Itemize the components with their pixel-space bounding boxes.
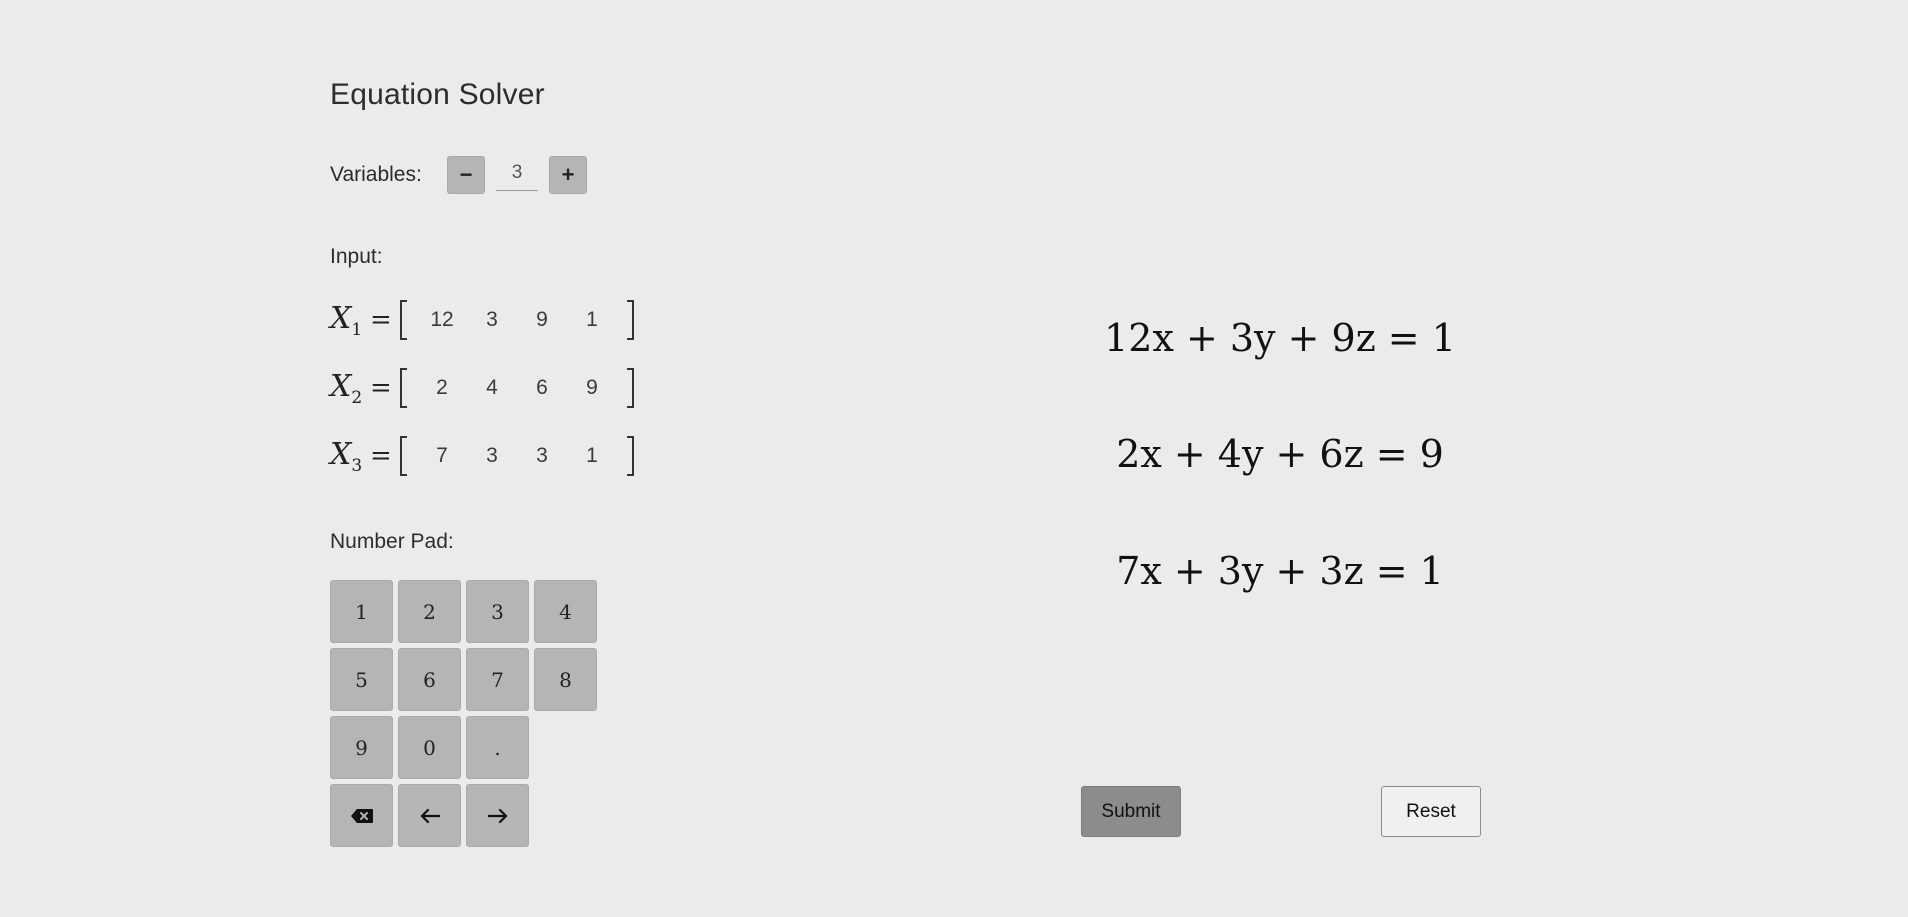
variables-control: Variables: − 3 + <box>330 156 587 194</box>
cursor-left-button[interactable] <box>398 784 461 847</box>
matrix-cell[interactable]: 7 <box>417 444 467 468</box>
number-pad: 1 2 3 4 5 6 7 8 9 0 . <box>330 580 597 847</box>
input-label: Input: <box>330 245 383 268</box>
matrix-cell[interactable]: 2 <box>417 376 467 400</box>
increment-variables-button[interactable]: + <box>549 156 587 194</box>
backspace-icon <box>350 808 373 823</box>
key-0[interactable]: 0 <box>398 716 461 779</box>
key-1[interactable]: 1 <box>330 580 393 643</box>
equals-sign: = <box>370 441 392 471</box>
equation-3: 7x + 3y + 3z = 1 <box>1116 549 1444 593</box>
matrix-row-3: X3 = 7 3 3 1 <box>330 434 634 478</box>
key-2[interactable]: 2 <box>398 580 461 643</box>
equals-sign: = <box>370 373 392 403</box>
row-label-x1: X1 <box>330 300 363 340</box>
equation-2: 2x + 4y + 6z = 9 <box>1116 432 1444 476</box>
key-8[interactable]: 8 <box>534 648 597 711</box>
equation-1: 12x + 3y + 9z = 1 <box>1104 316 1456 360</box>
matrix-cell[interactable]: 9 <box>517 308 567 332</box>
matrix-cell[interactable]: 1 <box>567 444 617 468</box>
row-label-x3: X3 <box>330 436 363 476</box>
matrix-cell[interactable]: 9 <box>567 376 617 400</box>
key-5[interactable]: 5 <box>330 648 393 711</box>
right-bracket <box>627 300 634 340</box>
key-decimal[interactable]: . <box>466 716 529 779</box>
backspace-button[interactable] <box>330 784 393 847</box>
matrix-cell[interactable]: 12 <box>417 308 467 332</box>
key-3[interactable]: 3 <box>466 580 529 643</box>
variables-count-input[interactable]: 3 <box>496 162 538 191</box>
matrix-cell[interactable]: 3 <box>467 444 517 468</box>
reset-button[interactable]: Reset <box>1381 786 1481 837</box>
left-bracket <box>400 368 407 408</box>
row-label-x2: X2 <box>330 368 363 408</box>
arrow-right-icon <box>487 808 507 823</box>
matrix-cell[interactable]: 1 <box>567 308 617 332</box>
matrix-cell[interactable]: 3 <box>467 308 517 332</box>
right-bracket <box>627 436 634 476</box>
matrix-cell[interactable]: 3 <box>517 444 567 468</box>
right-bracket <box>627 368 634 408</box>
arrow-left-icon <box>420 808 440 823</box>
matrix-cell[interactable]: 6 <box>517 376 567 400</box>
key-4[interactable]: 4 <box>534 580 597 643</box>
number-pad-label: Number Pad: <box>330 530 454 553</box>
key-7[interactable]: 7 <box>466 648 529 711</box>
submit-button[interactable]: Submit <box>1081 786 1181 837</box>
decrement-variables-button[interactable]: − <box>447 156 485 194</box>
matrix-row-1: X1 = 12 3 9 1 <box>330 298 634 342</box>
matrix-cell[interactable]: 4 <box>467 376 517 400</box>
left-bracket <box>400 436 407 476</box>
matrix-row-2: X2 = 2 4 6 9 <box>330 366 634 410</box>
variables-label: Variables: <box>330 163 422 186</box>
key-6[interactable]: 6 <box>398 648 461 711</box>
cursor-right-button[interactable] <box>466 784 529 847</box>
equals-sign: = <box>370 305 392 335</box>
page-title: Equation Solver <box>330 78 545 111</box>
key-9[interactable]: 9 <box>330 716 393 779</box>
left-bracket <box>400 300 407 340</box>
